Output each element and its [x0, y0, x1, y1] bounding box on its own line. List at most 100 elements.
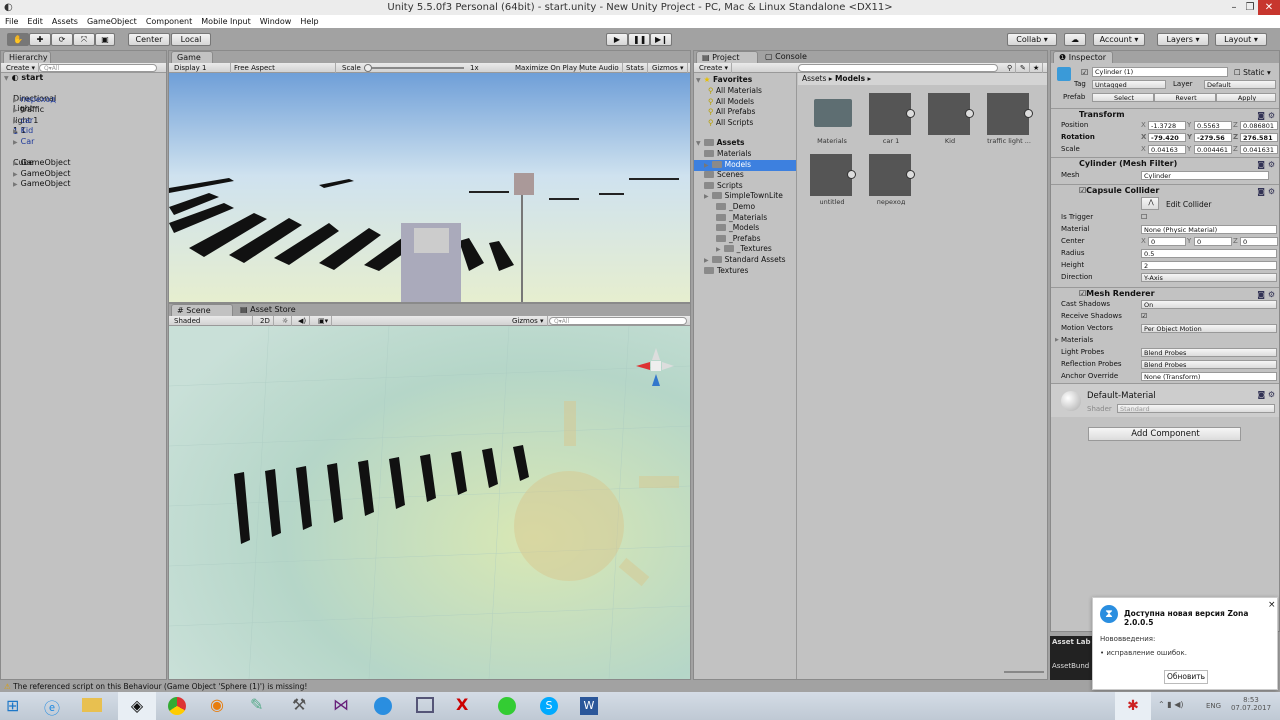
position-x-field[interactable]: -1.3728: [1148, 121, 1186, 130]
unity-taskbar-icon[interactable]: ◈: [118, 692, 156, 720]
game-viewport[interactable]: [169, 73, 690, 302]
android-icon[interactable]: [498, 697, 516, 715]
scene-viewport[interactable]: [169, 326, 690, 679]
motion-vectors-dropdown[interactable]: Per Object Motion: [1141, 324, 1277, 333]
cloud-button[interactable]: ☁: [1064, 33, 1086, 46]
play-preview-icon[interactable]: [906, 109, 915, 118]
folder-tree-item[interactable]: Scripts: [704, 181, 743, 192]
prefab-revert-button[interactable]: Revert: [1154, 93, 1216, 102]
menu-component[interactable]: Component: [146, 17, 192, 26]
direction-dropdown[interactable]: Y-Axis: [1141, 273, 1277, 282]
shader-dropdown[interactable]: Standard: [1117, 404, 1275, 413]
rotate-tool-button[interactable]: ⟳: [51, 33, 73, 46]
project-search-input[interactable]: [798, 64, 998, 72]
menu-mobile-input[interactable]: Mobile Input: [201, 17, 251, 26]
play-button[interactable]: ▶: [606, 33, 628, 46]
folder-tree-item[interactable]: Textures: [704, 266, 748, 277]
ie-icon[interactable]: ⓔ: [44, 695, 60, 719]
2d-toggle[interactable]: 2D: [257, 316, 274, 326]
favorite-item[interactable]: ⚲ All Prefabs: [708, 107, 755, 118]
folder-tree-item[interactable]: _Materials: [716, 213, 767, 224]
is-trigger-checkbox[interactable]: ☐: [1141, 212, 1147, 223]
scene-gizmos-dropdown[interactable]: Gizmos ▾: [509, 316, 548, 326]
scale-tool-button[interactable]: ⤧: [73, 33, 95, 46]
lighting-toggle-icon[interactable]: ☼: [279, 316, 293, 326]
capsule-collider-header[interactable]: ☑Capsule Collider ◙ ⚙: [1051, 184, 1279, 196]
breadcrumb-assets[interactable]: Assets: [802, 74, 826, 83]
assets-header[interactable]: ▼ Assets: [696, 138, 745, 150]
move-tool-button[interactable]: ✚: [29, 33, 51, 46]
prefab-apply-button[interactable]: Apply: [1216, 93, 1276, 102]
tab-console[interactable]: ▢ Console: [760, 51, 820, 63]
favorites-header[interactable]: ▼ ★ Favorites: [696, 75, 752, 87]
tab-scene[interactable]: # Scene: [171, 304, 233, 316]
chrome-icon[interactable]: [168, 697, 186, 715]
filter-label-icon[interactable]: ✎: [1017, 63, 1030, 73]
reflection-probes-dropdown[interactable]: Blend Probes: [1141, 360, 1277, 369]
height-field[interactable]: 2: [1141, 261, 1277, 270]
center-cy-field[interactable]: 0: [1194, 237, 1232, 246]
receive-shadows-checkbox[interactable]: ☑: [1141, 311, 1147, 322]
asset-item[interactable]: untitled: [810, 154, 868, 214]
zona-icon[interactable]: [374, 697, 392, 715]
project-create-dropdown[interactable]: Create ▾: [696, 63, 732, 73]
layer-dropdown[interactable]: Default: [1204, 80, 1276, 89]
scale-slider[interactable]: [364, 67, 464, 69]
account-button[interactable]: Account ▾: [1093, 33, 1145, 46]
mesh-renderer-header[interactable]: ☑Mesh Renderer ◙ ⚙: [1051, 287, 1279, 299]
folder-tree-item[interactable]: _Prefabs: [716, 234, 761, 245]
asset-item[interactable]: Materials: [810, 93, 868, 153]
windows-start-icon[interactable]: ⊞: [6, 696, 19, 715]
tray-icons[interactable]: ⌃ ▮ ◀): [1158, 700, 1183, 709]
hierarchy-item[interactable]: ▶ GameObject: [13, 179, 71, 190]
favorite-item[interactable]: ⚲ All Materials: [708, 86, 762, 97]
position-z-field[interactable]: 0.086801: [1240, 121, 1278, 130]
rect-tool-button[interactable]: ▣: [95, 33, 115, 46]
stats-toggle[interactable]: Stats: [623, 63, 648, 73]
monitor-icon[interactable]: [416, 697, 434, 713]
play-preview-icon[interactable]: [847, 170, 856, 179]
tab-project[interactable]: ▤ Project: [696, 51, 758, 63]
hierarchy-item[interactable]: ▶ GameObject: [13, 158, 71, 169]
hierarchy-item[interactable]: ▶ GameObject: [13, 169, 71, 180]
mute-audio-toggle[interactable]: Mute Audio: [576, 63, 623, 73]
expand-arrow-icon[interactable]: ▶: [13, 118, 18, 125]
settings-gear-icon[interactable]: ◙ ⚙: [1258, 390, 1275, 399]
effects-dropdown-icon[interactable]: ▣▾: [315, 316, 333, 326]
notification-close-button[interactable]: ×: [1268, 600, 1276, 610]
pdf-icon[interactable]: X: [456, 695, 468, 714]
asset-item[interactable]: traffic light ...: [987, 93, 1045, 153]
transform-header[interactable]: Transform ◙ ⚙: [1051, 108, 1279, 120]
expand-arrow-icon[interactable]: ▶: [13, 171, 18, 178]
asset-item[interactable]: Kid: [928, 93, 986, 153]
layout-button[interactable]: Layout ▾: [1215, 33, 1267, 46]
expand-arrow-icon[interactable]: ▶: [716, 246, 721, 253]
material-field[interactable]: None (Physic Material): [1141, 225, 1277, 234]
expand-arrow-icon[interactable]: ▶: [704, 193, 709, 200]
update-button[interactable]: Обновить: [1164, 670, 1208, 684]
menu-gameobject[interactable]: GameObject: [87, 17, 137, 26]
status-bar[interactable]: ⚠ The referenced script on this Behaviou…: [0, 681, 1280, 692]
audio-toggle-icon[interactable]: ◀): [295, 316, 311, 326]
blender-icon[interactable]: ◉: [210, 695, 224, 714]
expand-arrow-icon[interactable]: ▶: [704, 162, 709, 169]
language-indicator[interactable]: ENG: [1206, 702, 1221, 710]
tag-dropdown[interactable]: Untagged: [1092, 80, 1166, 89]
tab-hierarchy[interactable]: Hierarchy: [3, 51, 51, 63]
thumbnail-size-slider[interactable]: [1004, 671, 1044, 673]
tool-icon[interactable]: ⚒: [292, 695, 306, 714]
scene-search-input[interactable]: Q▾All: [549, 317, 687, 325]
position-y-field[interactable]: 0.5563: [1194, 121, 1232, 130]
expand-arrow-icon[interactable]: ▶: [704, 257, 709, 264]
rotation-z-field[interactable]: 276.581: [1240, 133, 1278, 142]
rotation-y-field[interactable]: -279.56: [1194, 133, 1232, 142]
hierarchy-item[interactable]: ▶ переход: [13, 95, 56, 106]
maximize-on-play-toggle[interactable]: Maximize On Play: [512, 63, 582, 73]
menu-help[interactable]: Help: [300, 17, 318, 26]
aspect-dropdown[interactable]: Free Aspect: [231, 63, 336, 73]
tray-app-icon[interactable]: ✱: [1115, 692, 1151, 720]
gizmos-dropdown[interactable]: Gizmos ▾: [649, 63, 688, 73]
folder-tree-item[interactable]: _Demo: [716, 202, 755, 213]
play-preview-icon[interactable]: [965, 109, 974, 118]
filter-type-icon[interactable]: ⚲: [1004, 63, 1017, 73]
